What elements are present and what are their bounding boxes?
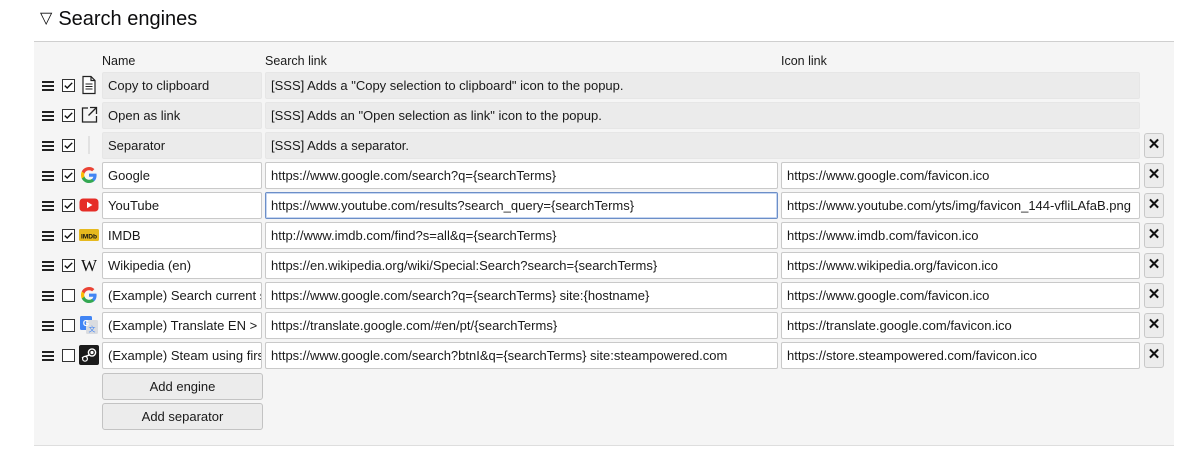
engine-icon-link-field[interactable]: https://www.imdb.com/favicon.ico (781, 222, 1140, 249)
delete-engine-button[interactable]: ✕ (1144, 223, 1164, 248)
engine-enabled-checkbox[interactable] (62, 109, 75, 122)
engine-icon-link-field[interactable]: https://www.youtube.com/yts/img/favicon_… (781, 192, 1140, 219)
engine-icon-link-field[interactable]: https://www.google.com/favicon.ico (781, 282, 1140, 309)
engine-name-field: Open as link (102, 102, 262, 129)
engine-name-field[interactable]: (Example) Steam using first result (102, 342, 262, 369)
drag-handle-icon[interactable] (42, 348, 54, 364)
add-separator-button[interactable]: Add separator (102, 403, 263, 430)
engine-search-link-field[interactable]: http://www.imdb.com/find?s=all&q={search… (265, 222, 778, 249)
engine-search-link-field: [SSS] Adds a "Copy selection to clipboar… (265, 72, 1140, 99)
engine-row: G 文 (Example) Translate EN > PT https://tra… (0, 312, 1178, 340)
steam-icon (79, 345, 99, 365)
delete-engine-button[interactable]: ✕ (1144, 133, 1164, 158)
drag-handle-icon[interactable] (42, 288, 54, 304)
drag-handle-icon[interactable] (42, 318, 54, 334)
column-header-icon-link: Icon link (781, 54, 827, 68)
delete-engine-button[interactable]: ✕ (1144, 343, 1164, 368)
engine-name-field[interactable]: Wikipedia (en) (102, 252, 262, 279)
youtube-icon (79, 195, 99, 215)
svg-text:W: W (81, 256, 98, 275)
engine-row: W Wikipedia (en) https://en.wikipedia.org/… (0, 252, 1178, 280)
collapse-triangle-icon[interactable]: ▽ (40, 8, 52, 28)
engine-search-link-field[interactable]: https://translate.google.com/#en/pt/{sea… (265, 312, 778, 339)
drag-handle-icon[interactable] (42, 228, 54, 244)
engine-icon-link-field[interactable]: https://www.wikipedia.org/favicon.ico (781, 252, 1140, 279)
engine-search-link-field[interactable]: https://www.google.com/search?btnI&q={se… (265, 342, 778, 369)
delete-engine-button[interactable]: ✕ (1144, 163, 1164, 188)
engine-enabled-checkbox[interactable] (62, 259, 75, 272)
engine-row: Google https://www.google.com/search?q={s… (0, 162, 1178, 190)
document-copy-icon (79, 75, 99, 95)
engine-enabled-checkbox[interactable] (62, 289, 75, 302)
section-header-search-engines[interactable]: ▽ Search engines (40, 4, 197, 34)
separator-icon (79, 135, 99, 155)
engine-search-link-field: [SSS] Adds a separator. (265, 132, 1140, 159)
engine-search-link-field[interactable]: https://www.google.com/search?q={searchT… (265, 162, 778, 189)
engine-icon-link-field[interactable]: https://www.google.com/favicon.ico (781, 162, 1140, 189)
engine-search-link-field: [SSS] Adds an "Open selection as link" i… (265, 102, 1140, 129)
delete-engine-button[interactable]: ✕ (1144, 283, 1164, 308)
engine-search-link-field[interactable]: https://www.youtube.com/results?search_q… (265, 192, 778, 219)
engine-name-field[interactable]: (Example) Search current site (102, 282, 262, 309)
column-header-search-link: Search link (265, 54, 327, 68)
engine-row: YouTube https://www.youtube.com/results?s… (0, 192, 1178, 220)
drag-handle-icon[interactable] (42, 108, 54, 124)
delete-engine-button[interactable]: ✕ (1144, 313, 1164, 338)
google-icon (79, 165, 99, 185)
engine-name-field[interactable]: YouTube (102, 192, 262, 219)
engine-search-link-field[interactable]: https://www.google.com/search?q={searchT… (265, 282, 778, 309)
engine-name-field[interactable]: Google (102, 162, 262, 189)
engine-name-field: Separator (102, 132, 262, 159)
imdb-icon: IMDb (79, 225, 99, 245)
engine-row: IMDb IMDB http://www.imdb.com/find?s=all&q… (0, 222, 1178, 250)
engine-enabled-checkbox[interactable] (62, 349, 75, 362)
wikipedia-icon: W (79, 255, 99, 275)
engine-row: Open as link [SSS] Adds an "Open selectio… (0, 102, 1178, 130)
drag-handle-icon[interactable] (42, 78, 54, 94)
delete-engine-button[interactable]: ✕ (1144, 193, 1164, 218)
engine-icon-link-field[interactable]: https://store.steampowered.com/favicon.i… (781, 342, 1140, 369)
engine-row: (Example) Search current sitehttps://www… (0, 282, 1178, 310)
engine-row: (Example) Steam using first resulthttps:… (0, 342, 1178, 370)
engine-enabled-checkbox[interactable] (62, 319, 75, 332)
drag-handle-icon[interactable] (42, 258, 54, 274)
google-icon (79, 285, 99, 305)
section-title: Search engines (58, 7, 198, 30)
engine-enabled-checkbox[interactable] (62, 199, 75, 212)
drag-handle-icon[interactable] (42, 198, 54, 214)
svg-text:IMDb: IMDb (81, 233, 97, 240)
engine-row: Copy to clipboard [SSS] Adds a "Copy sele… (0, 72, 1178, 100)
engine-icon-link-field[interactable]: https://translate.google.com/favicon.ico (781, 312, 1140, 339)
engine-enabled-checkbox[interactable] (62, 79, 75, 92)
engine-enabled-checkbox[interactable] (62, 229, 75, 242)
engine-name-field[interactable]: IMDB (102, 222, 262, 249)
delete-engine-button[interactable]: ✕ (1144, 253, 1164, 278)
engine-name-field[interactable]: (Example) Translate EN > PT (102, 312, 262, 339)
add-engine-button[interactable]: Add engine (102, 373, 263, 400)
engine-name-field: Copy to clipboard (102, 72, 262, 99)
column-header-name: Name (102, 54, 136, 68)
drag-handle-icon[interactable] (42, 138, 54, 154)
engine-enabled-checkbox[interactable] (62, 169, 75, 182)
open-link-icon (79, 105, 99, 125)
google-translate-icon: G文 (79, 315, 99, 335)
drag-handle-icon[interactable] (42, 168, 54, 184)
engine-enabled-checkbox[interactable] (62, 139, 75, 152)
engine-search-link-field[interactable]: https://en.wikipedia.org/wiki/Special:Se… (265, 252, 778, 279)
svg-text:文: 文 (89, 325, 96, 334)
engine-row: Separator [SSS] Adds a separator. ✕ (0, 132, 1178, 160)
